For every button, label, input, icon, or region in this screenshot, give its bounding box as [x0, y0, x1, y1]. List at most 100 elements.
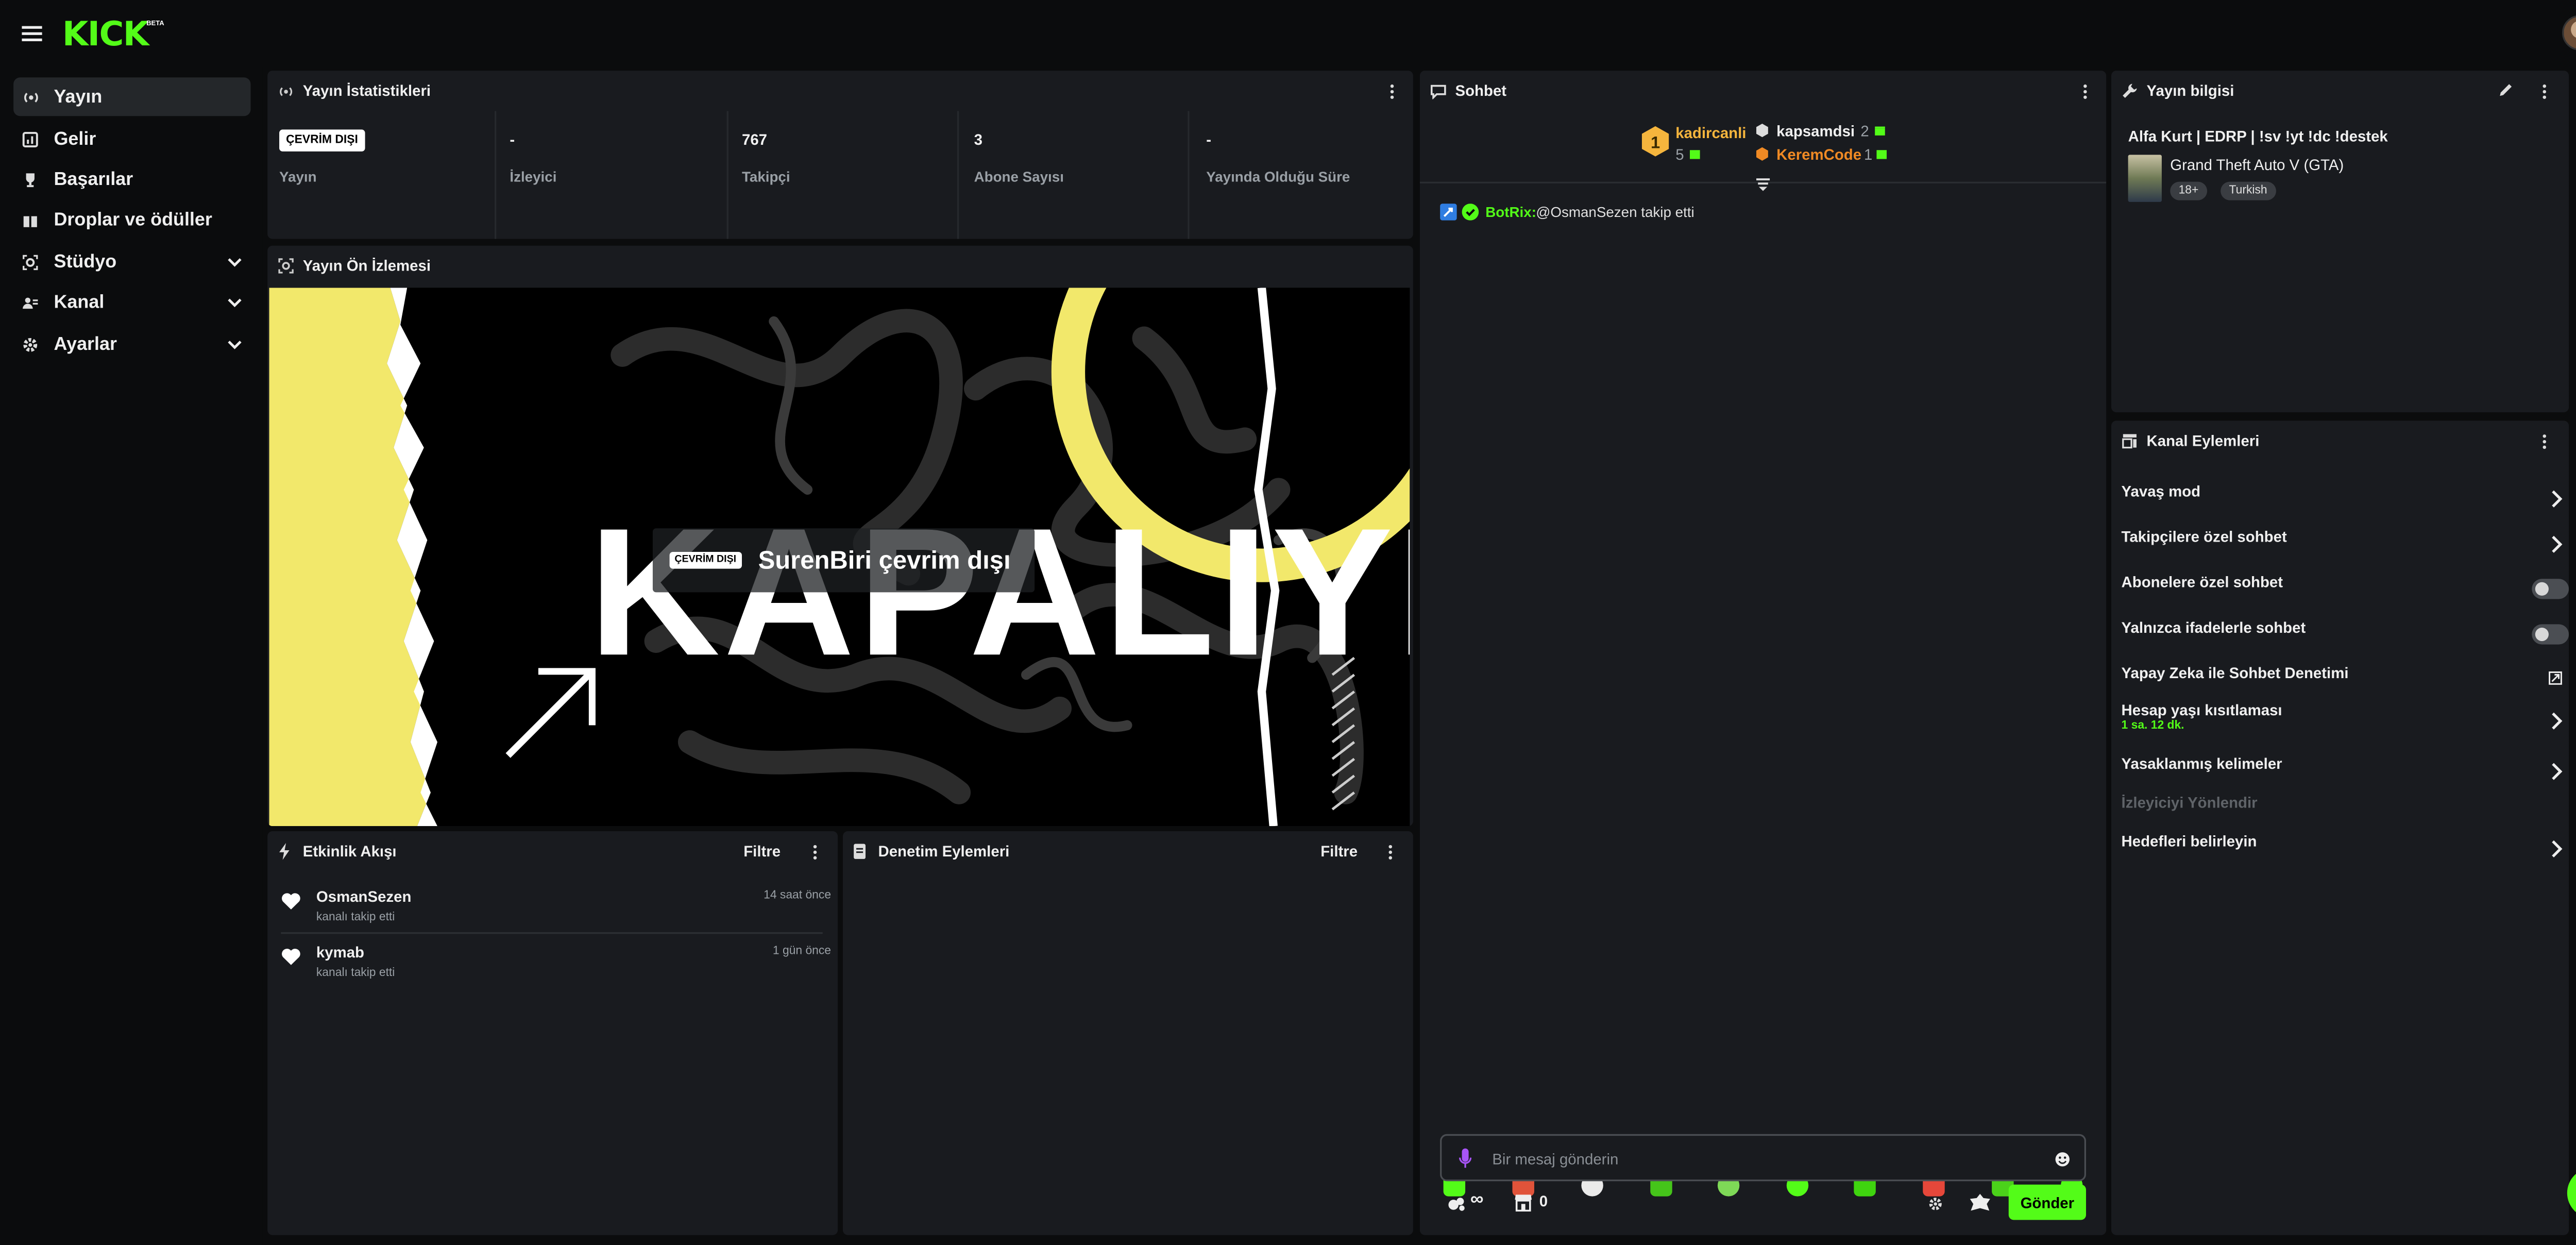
- leaderboard-count: 2: [1860, 123, 1869, 140]
- leaderboard-user[interactable]: KeremCode: [1776, 146, 1861, 163]
- sidebar-item-kanal[interactable]: Kanal: [13, 283, 250, 322]
- user-avatar[interactable]: [2562, 15, 2576, 51]
- emoji-icon[interactable]: [2054, 1151, 2071, 1168]
- verified-badge-icon: [1462, 204, 1479, 221]
- trophy-icon: [20, 169, 40, 189]
- divider: [957, 111, 959, 239]
- stat-label: Takipçi: [741, 168, 790, 186]
- tag[interactable]: Turkish: [2221, 181, 2276, 200]
- sidebar-item-ayarlar[interactable]: Ayarlar: [13, 325, 250, 363]
- account-age-value: 1 sa. 12 dk.: [2121, 720, 2184, 732]
- gift-sub-icon: [1874, 125, 1886, 137]
- chevron-down-icon[interactable]: [226, 293, 244, 311]
- stat-uptime: - Yayında Olduğu Süre: [1194, 111, 1413, 239]
- event-action: kanalı takip etti: [316, 912, 395, 924]
- channel-actions-panel: Kanal Eylemleri Yavaş mod Takipçilere öz…: [2111, 420, 2569, 1235]
- action-ai-moderation[interactable]: Yapay Zeka ile Sohbet Denetimi: [2121, 664, 2562, 698]
- filter-button[interactable]: Filtre: [743, 843, 781, 860]
- divider: [1188, 111, 1190, 239]
- activity-event[interactable]: OsmanSezen kanalı takip etti 14 saat önc…: [279, 883, 835, 939]
- panel-title: Denetim Eylemleri: [878, 843, 1010, 860]
- gift-sub-icon: [1876, 148, 1888, 160]
- badge-icon: [1755, 123, 1770, 138]
- chat-message[interactable]: BotRix: @OsmanSezen takip etti: [1440, 204, 2079, 224]
- stat-viewers: - İzleyici: [498, 111, 725, 239]
- stat-followers: 767 Takipçi: [730, 111, 957, 239]
- more-options-icon[interactable]: [2542, 434, 2547, 449]
- stat-label: İzleyici: [510, 168, 557, 186]
- channel-icon: [20, 292, 40, 312]
- gift-icon: [20, 210, 40, 230]
- bot-badge-icon: [1440, 204, 1457, 221]
- gift-subs-icon[interactable]: [1968, 1193, 1992, 1215]
- sidebar-item-droplar[interactable]: Droplar ve ödüller: [13, 200, 250, 239]
- action-label: Hesap yaşı kısıtlaması: [2121, 701, 2282, 719]
- leaderboard-user[interactable]: kapsamdsi: [1776, 123, 1855, 140]
- chat-settings-gear-icon[interactable]: [1928, 1197, 1943, 1212]
- panel-header: Yayın İstatistikleri: [267, 71, 1413, 111]
- broadcast-icon: [278, 82, 295, 99]
- offline-badge: ÇEVRİM DIŞI: [279, 129, 365, 152]
- category-name[interactable]: Grand Theft Auto V (GTA): [2170, 157, 2344, 174]
- sidebar-item-basarilar[interactable]: Başarılar: [13, 160, 250, 198]
- sidebar-item-label: Stüdyo: [54, 251, 117, 272]
- heart-icon: [281, 947, 301, 966]
- sidebar-item-gelir[interactable]: Gelir: [13, 120, 250, 158]
- store-icon[interactable]: [1514, 1193, 1533, 1212]
- action-emotes-only: Yalnızca ifadelerle sohbet: [2121, 619, 2569, 653]
- studio-icon: [20, 251, 40, 272]
- sidebar-item-studyo[interactable]: Stüdyo: [13, 242, 250, 281]
- action-banned-words[interactable]: Yasaklanmış kelimeler: [2122, 755, 2563, 789]
- action-label: Yapay Zeka ile Sohbet Denetimi: [2121, 664, 2349, 682]
- channel-actions-icon: [2122, 432, 2139, 449]
- panel-header: Kanal Eylemleri: [2111, 420, 2569, 461]
- action-label: Takipçilere özel sohbet: [2121, 528, 2287, 545]
- edit-pencil-icon[interactable]: [2498, 82, 2513, 97]
- chevron-down-icon[interactable]: [226, 335, 244, 354]
- leaderboard-user[interactable]: kadircanli: [1675, 125, 1746, 142]
- stat-label: Abone Sayısı: [974, 168, 1064, 186]
- send-button[interactable]: Gönder: [2008, 1184, 2086, 1220]
- more-options-icon[interactable]: [1388, 845, 1393, 860]
- panel-title: Yayın Ön İzlemesi: [302, 257, 431, 275]
- filter-button[interactable]: Filtre: [1320, 843, 1358, 860]
- chat-username[interactable]: BotRix:: [1485, 204, 1536, 221]
- kick-points-icon[interactable]: [1447, 1193, 1467, 1213]
- kick-logo[interactable]: KICK: [62, 17, 149, 51]
- emotes-only-toggle[interactable]: [2532, 624, 2569, 645]
- activity-event[interactable]: kymab kanalı takip etti 1 gün önce: [279, 939, 835, 995]
- expand-leaderboard-icon[interactable]: [1755, 177, 1772, 194]
- more-options-icon[interactable]: [2082, 84, 2088, 99]
- chevron-right-icon: [2550, 839, 2564, 858]
- hamburger-menu-icon[interactable]: [20, 22, 44, 45]
- sidebar-item-label: Gelir: [54, 128, 96, 149]
- action-label: Yalnızca ifadelerle sohbet: [2121, 619, 2306, 636]
- panel-title: Kanal Eylemleri: [2146, 432, 2260, 449]
- subscribers-only-toggle[interactable]: [2532, 579, 2569, 599]
- more-options-icon[interactable]: [2542, 84, 2547, 99]
- action-account-age[interactable]: Hesap yaşı kısıtlaması 1 sa. 12 dk.: [2121, 701, 2563, 742]
- tag[interactable]: 18+: [2170, 181, 2207, 200]
- microphone-icon[interactable]: [1459, 1148, 1472, 1169]
- stream-title: Alfa Kurt | EDRP | !sv !yt !dc !destek: [2128, 128, 2388, 145]
- stream-preview-image[interactable]: KAPALIYIZ ÇEVRİM DIŞI SurenBiri çevrim d…: [269, 288, 1410, 827]
- stream-stats-panel: Yayın İstatistikleri ÇEVRİM DIŞI Yayın -…: [267, 71, 1413, 239]
- sidebar-item-yayin[interactable]: Yayın: [13, 77, 251, 116]
- action-set-goals[interactable]: Hedefleri belirleyin: [2122, 833, 2563, 866]
- chevron-down-icon[interactable]: [226, 253, 244, 271]
- action-followers-only[interactable]: Takipçilere özel sohbet: [2121, 528, 2563, 562]
- kick-points-value: ∞: [1470, 1189, 1484, 1210]
- chat-message-input[interactable]: [1492, 1146, 2031, 1171]
- chat-input-box[interactable]: [1440, 1134, 2086, 1182]
- panel-title: Yayın bilgisi: [2146, 82, 2234, 99]
- stat-subscribers: 3 Abone Sayısı: [962, 111, 1190, 239]
- category-thumbnail[interactable]: [2128, 155, 2162, 202]
- rank-1-badge: 1: [1638, 125, 1672, 158]
- chevron-right-icon: [2550, 490, 2564, 508]
- leaderboard-count: 5: [1675, 146, 1684, 163]
- event-user: OsmanSezen: [316, 888, 412, 905]
- action-slow-mode[interactable]: Yavaş mod: [2122, 483, 2563, 516]
- more-options-icon[interactable]: [812, 845, 818, 860]
- more-options-icon[interactable]: [1389, 84, 1395, 99]
- action-redirect-viewers: İzleyiciyi Yönlendir: [2122, 794, 2559, 828]
